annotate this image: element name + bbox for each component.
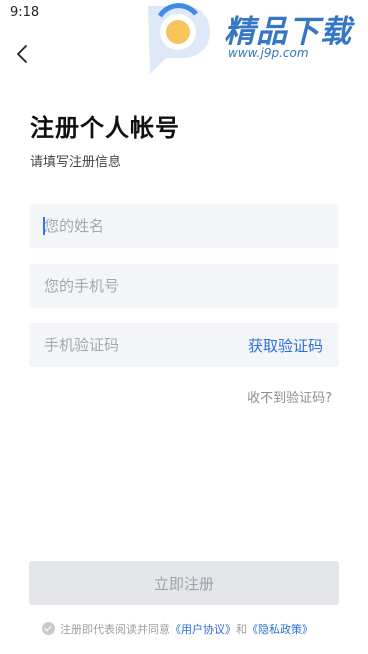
- name-input[interactable]: [29, 204, 244, 248]
- chevron-left-icon: [17, 45, 27, 63]
- watermark-title: 精品下载: [224, 14, 352, 50]
- agreement-prefix: 注册即代表阅读并同意: [60, 623, 170, 636]
- user-agreement-link[interactable]: 《用户协议》: [170, 623, 236, 636]
- phone-field[interactable]: [29, 264, 339, 308]
- check-circle-icon[interactable]: [42, 622, 55, 635]
- name-field[interactable]: [29, 204, 339, 248]
- register-screen: 9:18 精品下载 www.j9p.com 注册个人帐号 请填写注册信息 获取验…: [0, 0, 368, 654]
- phone-input[interactable]: [29, 264, 244, 308]
- agreement-text: 注册即代表阅读并同意《用户协议》和《隐私政策》: [42, 621, 313, 637]
- no-code-link[interactable]: 收不到验证码?: [247, 387, 332, 406]
- get-code-button[interactable]: 获取验证码: [248, 335, 323, 356]
- watermark-url: www.j9p.com: [228, 46, 309, 60]
- verification-code-input[interactable]: [29, 323, 244, 367]
- verification-code-field[interactable]: 获取验证码: [29, 323, 339, 367]
- p-logo-icon: [148, 3, 210, 74]
- agreement-and: 和: [236, 623, 247, 636]
- back-button[interactable]: [12, 42, 34, 66]
- text-caret: [43, 217, 45, 235]
- page-subtitle: 请填写注册信息: [30, 155, 122, 170]
- privacy-policy-link[interactable]: 《隐私政策》: [247, 623, 313, 636]
- register-button[interactable]: 立即注册: [29, 561, 339, 605]
- watermark: 精品下载 www.j9p.com: [140, 0, 368, 78]
- status-time: 9:18: [10, 5, 40, 20]
- page-title: 注册个人帐号: [30, 114, 180, 142]
